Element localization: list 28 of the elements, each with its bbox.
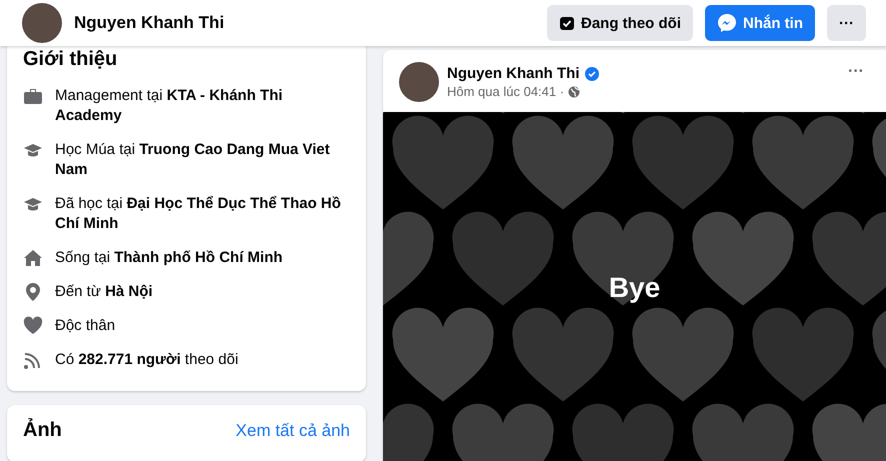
home-icon: [23, 248, 43, 268]
heart-icon: [23, 316, 43, 336]
location-pin-icon: [23, 282, 43, 302]
see-all-photos-link[interactable]: Xem tất cả ảnh: [236, 420, 350, 440]
intro-item: Đến từ Hà Nội: [55, 282, 154, 302]
globe-icon: [568, 86, 580, 98]
photos-title: Ảnh: [23, 419, 62, 442]
intro-item: Management tại KTA - Khánh Thi Academy: [55, 86, 284, 126]
following-button[interactable]: Đang theo dõi: [547, 5, 693, 41]
intro-item: Độc thân: [55, 316, 116, 336]
image-caption: Bye: [608, 272, 660, 304]
post-author[interactable]: Nguyen Khanh Thi: [447, 65, 580, 82]
message-button[interactable]: Nhắn tin: [705, 5, 815, 41]
intro-item: Đã học tại Đại Học Thể Dục Thể Thao Hồ Chí Minh: [55, 194, 342, 234]
intro-item: Học Múa tại Truong Cao Dang Mua Viet Nam: [55, 140, 331, 180]
intro-title: Giới thiệu: [23, 47, 118, 71]
more-button[interactable]: ···: [827, 5, 866, 41]
avatar: [399, 62, 439, 102]
intro-item: Sống tại Thành phố Hồ Chí Minh: [55, 248, 284, 268]
avatar: [22, 3, 62, 43]
briefcase-icon: [23, 86, 43, 106]
check-box-icon: [559, 15, 575, 31]
rss-icon: [23, 350, 43, 370]
post-time[interactable]: Hôm qua lúc 04:41 ·: [447, 84, 564, 99]
messenger-icon: [717, 13, 737, 33]
profile-name: Nguyen Khanh Thi: [74, 13, 226, 33]
intro-item: Có 282.771 người theo dõi: [55, 350, 240, 370]
more-button[interactable]: ···: [842, 62, 870, 82]
